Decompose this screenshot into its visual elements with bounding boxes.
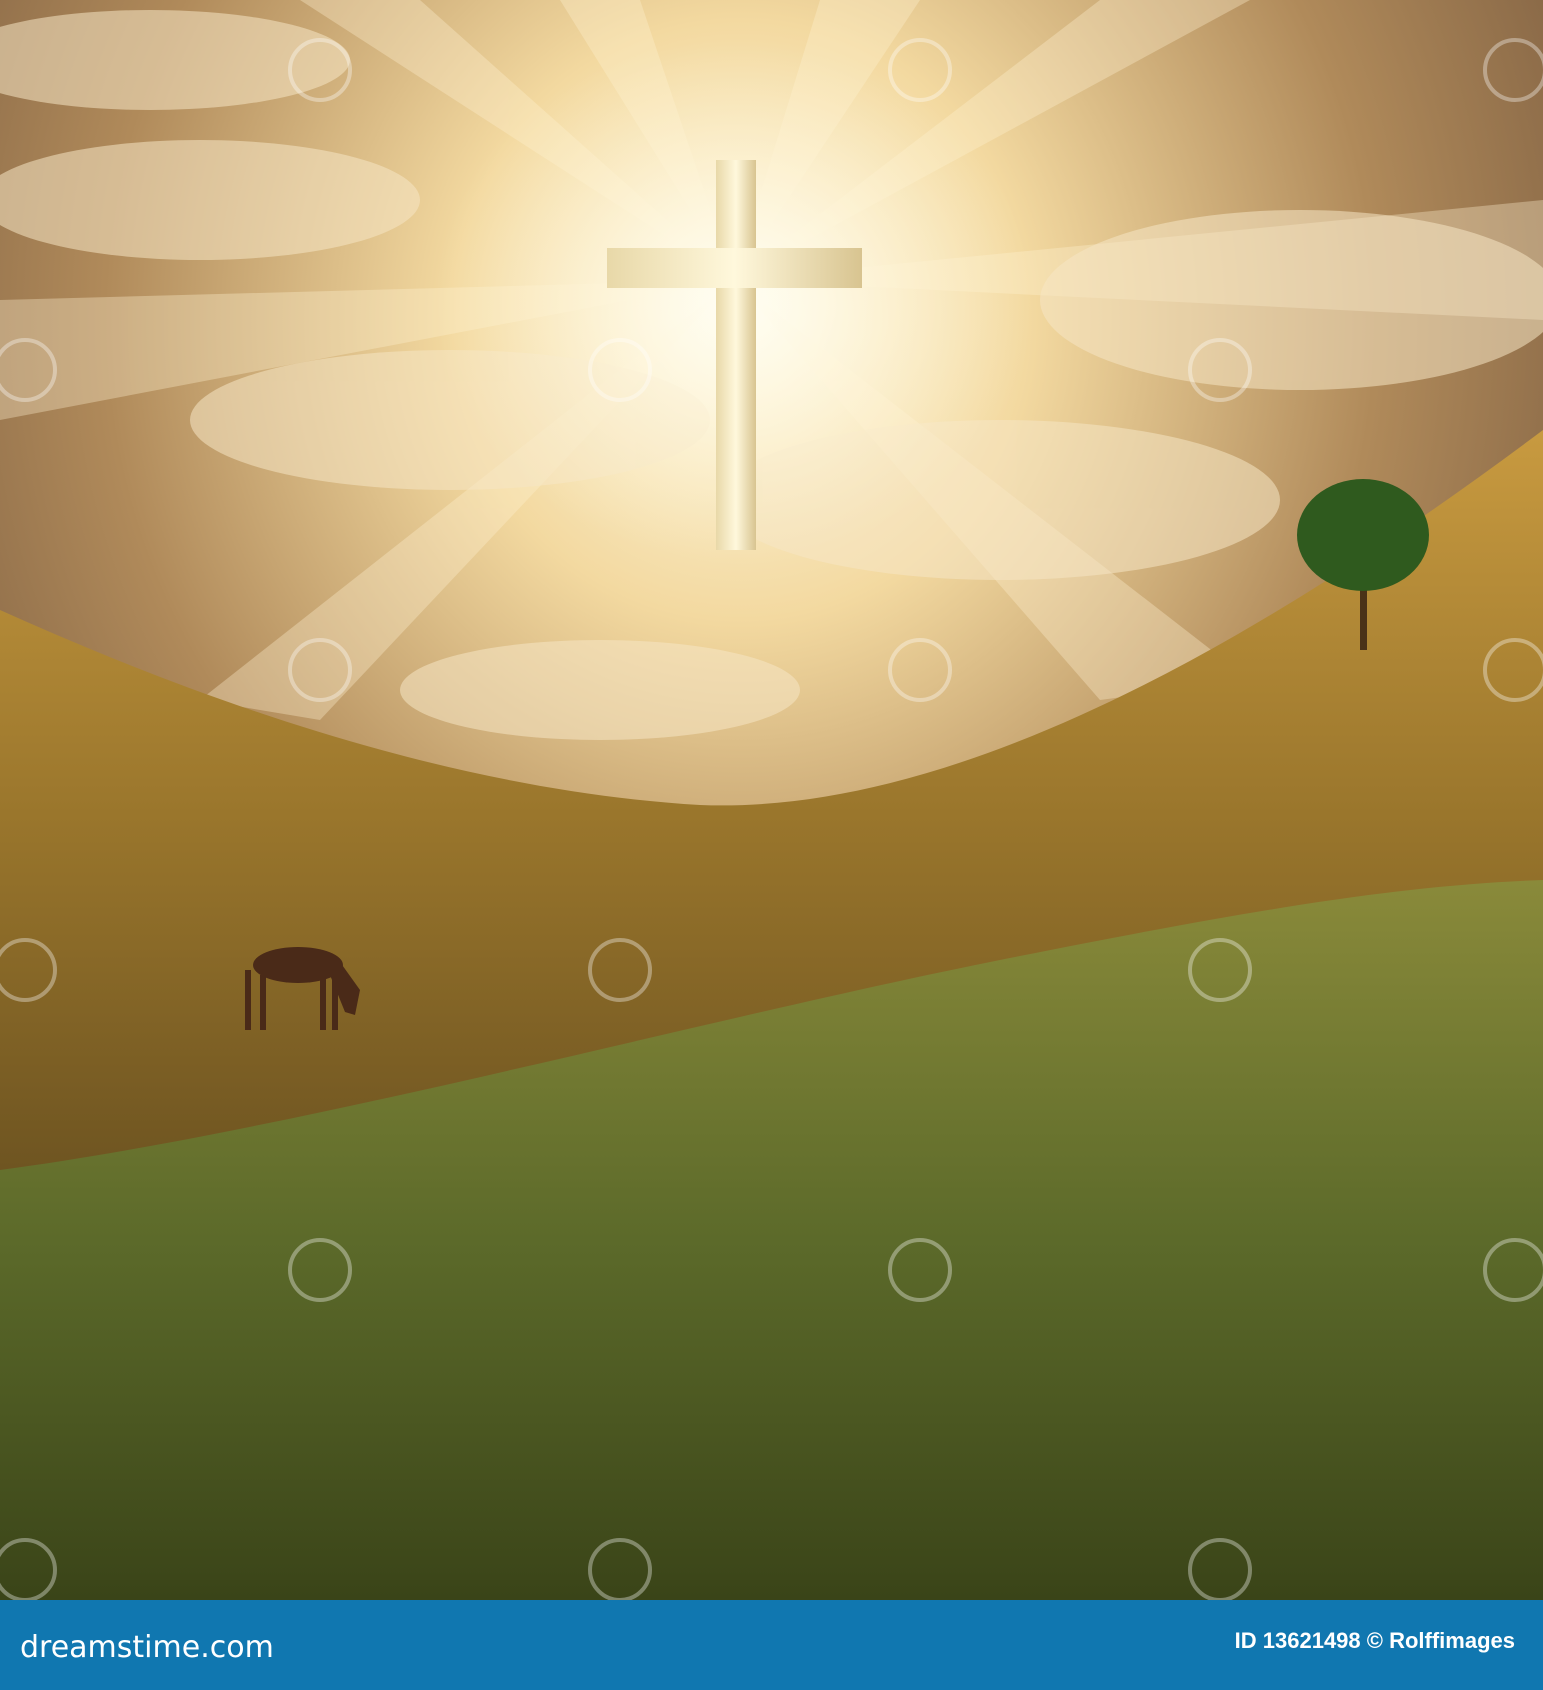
photo-scene [0, 0, 1543, 1600]
footer-bar: dreamstime.com ID 13621498 © Rolffimages [0, 1600, 1543, 1690]
dreamstime-logo[interactable]: dreamstime.com [20, 1630, 274, 1665]
image-credit: ID 13621498 © Rolffimages [1234, 1628, 1515, 1653]
